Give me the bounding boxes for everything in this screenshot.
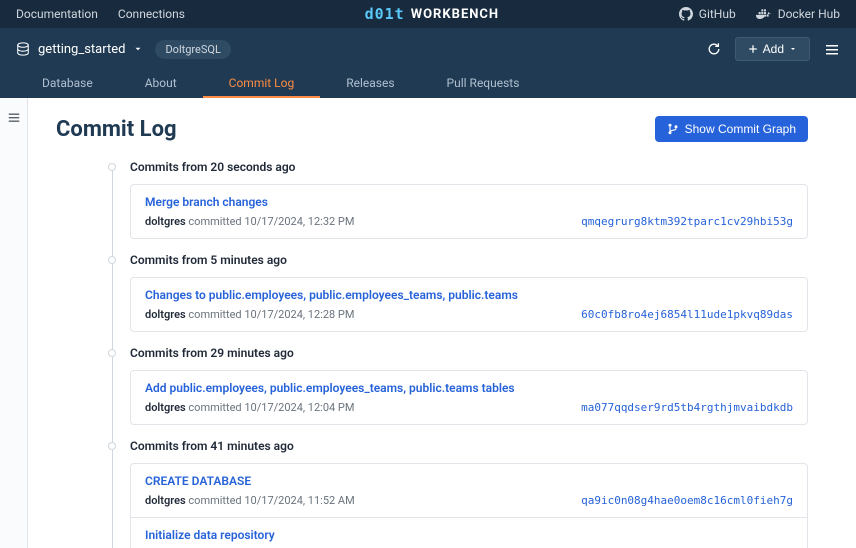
commit-group: Commits from 41 minutes ago CREATE DATABA… — [108, 439, 808, 548]
commit-item: Add public.employees, public.employees_t… — [131, 371, 807, 424]
hamburger-icon — [824, 41, 840, 57]
refresh-icon — [707, 42, 721, 56]
add-button-label: Add — [763, 42, 784, 56]
commit-title[interactable]: CREATE DATABASE — [145, 474, 569, 488]
commit-group-header: Commits from 29 minutes ago — [130, 346, 808, 360]
commit-author: doltgres — [145, 308, 186, 321]
database-name: getting_started — [38, 42, 125, 57]
commit-item: Initialize data repositoryDolt System Ac… — [131, 518, 807, 548]
commit-group: Commits from 20 seconds ago Merge branch … — [108, 160, 808, 239]
refresh-button[interactable] — [707, 42, 721, 56]
committed-word: committed — [188, 215, 241, 228]
tab-about[interactable]: About — [119, 70, 203, 98]
tab-pull-requests[interactable]: Pull Requests — [421, 70, 546, 98]
commit-group-header: Commits from 20 seconds ago — [130, 160, 808, 174]
committed-word: committed — [188, 494, 241, 507]
plus-icon — [748, 44, 758, 54]
add-button[interactable]: Add — [735, 37, 810, 61]
commit-group: Commits from 29 minutes ago Add public.em… — [108, 346, 808, 425]
commit-hash[interactable]: qa9ic0n08g4hae0oem8c16cml0fieh7g — [581, 494, 793, 507]
commit-list: Add public.employees, public.employees_t… — [130, 370, 808, 425]
subbar: getting_started DoltgreSQL Add — [0, 28, 856, 70]
commit-list: Changes to public.employees, public.empl… — [130, 277, 808, 332]
commit-group-header: Commits from 5 minutes ago — [130, 253, 808, 267]
commit-list: CREATE DATABASE doltgres committed 10/17/… — [130, 463, 808, 548]
commit-hash[interactable]: 60c0fb8ro4ej6854l11ude1pkvq89das — [581, 308, 793, 321]
nav-documentation[interactable]: Documentation — [16, 7, 98, 21]
commit-timestamp: 10/17/2024, 12:28 PM — [244, 308, 354, 321]
sidebar-expand-button[interactable] — [7, 110, 21, 124]
commit-timestamp: 10/17/2024, 12:32 PM — [244, 215, 354, 228]
commit-title[interactable]: Merge branch changes — [145, 195, 569, 209]
tab-commit-log[interactable]: Commit Log — [203, 70, 321, 98]
chevron-down-icon — [133, 44, 143, 54]
commit-hash[interactable]: qmqegrurg8ktm392tparc1cv29hbi53g — [581, 215, 793, 228]
show-commit-graph-button[interactable]: Show Commit Graph — [655, 116, 808, 142]
content-area: Commit Log Show Commit Graph Commits fro… — [28, 98, 856, 548]
commit-meta: doltgres committed 10/17/2024, 11:52 AM — [145, 494, 569, 507]
committed-word: committed — [188, 401, 241, 414]
db-type-badge: DoltgreSQL — [155, 40, 230, 59]
link-github[interactable]: GitHub — [679, 7, 736, 21]
commit-author: doltgres — [145, 401, 186, 414]
commit-item: Merge branch changes doltgres committed 1… — [131, 185, 807, 238]
sidebar-toggle-area — [0, 98, 28, 548]
commit-author: doltgres — [145, 494, 186, 507]
commit-author: doltgres — [145, 215, 186, 228]
database-selector[interactable]: getting_started — [16, 42, 143, 57]
github-icon — [679, 7, 693, 21]
commit-item: Changes to public.employees, public.empl… — [131, 278, 807, 331]
commit-meta: doltgres committed 10/17/2024, 12:04 PM — [145, 401, 569, 414]
docker-icon — [756, 8, 772, 20]
timeline-dot — [108, 349, 116, 357]
logo-text: WORKBENCH — [411, 7, 499, 22]
logo-brand: d01t — [365, 5, 405, 23]
committed-word: committed — [188, 308, 241, 321]
page-title: Commit Log — [56, 117, 177, 142]
tab-database[interactable]: Database — [16, 70, 119, 98]
branch-icon — [667, 123, 679, 135]
tab-releases[interactable]: Releases — [320, 70, 420, 98]
hamburger-icon — [7, 110, 21, 124]
timeline-dot — [108, 163, 116, 171]
app-logo: d01t WORKBENCH — [185, 5, 679, 23]
commit-list: Merge branch changes doltgres committed 1… — [130, 184, 808, 239]
commit-hash[interactable]: ma077qqdser9rd5tb4rgthjmvaibdkdb — [581, 401, 793, 414]
chevron-down-icon — [789, 45, 797, 53]
nav-connections[interactable]: Connections — [118, 7, 185, 21]
commit-title[interactable]: Add public.employees, public.employees_t… — [145, 381, 569, 395]
commit-timestamp: 10/17/2024, 11:52 AM — [244, 494, 354, 507]
commit-meta: doltgres committed 10/17/2024, 12:32 PM — [145, 215, 569, 228]
timeline-dot — [108, 256, 116, 264]
commit-timestamp: 10/17/2024, 12:04 PM — [244, 401, 354, 414]
timeline-dot — [108, 442, 116, 450]
commit-item: CREATE DATABASE doltgres committed 10/17/… — [131, 464, 807, 518]
topbar: Documentation Connections d01t WORKBENCH… — [0, 0, 856, 28]
commit-group-header: Commits from 41 minutes ago — [130, 439, 808, 453]
commit-meta: doltgres committed 10/17/2024, 12:28 PM — [145, 308, 569, 321]
commit-timeline: Commits from 20 seconds ago Merge branch … — [108, 160, 808, 548]
commit-title[interactable]: Changes to public.employees, public.empl… — [145, 288, 569, 302]
show-commit-graph-label: Show Commit Graph — [685, 122, 796, 136]
link-github-label: GitHub — [699, 7, 736, 21]
link-dockerhub-label: Docker Hub — [778, 7, 840, 21]
commit-group: Commits from 5 minutes ago Changes to pub… — [108, 253, 808, 332]
tabs: Database About Commit Log Releases Pull … — [0, 70, 856, 98]
database-icon — [16, 42, 30, 56]
commit-title[interactable]: Initialize data repository — [145, 528, 569, 542]
menu-button[interactable] — [824, 41, 840, 57]
link-dockerhub[interactable]: Docker Hub — [756, 7, 840, 21]
